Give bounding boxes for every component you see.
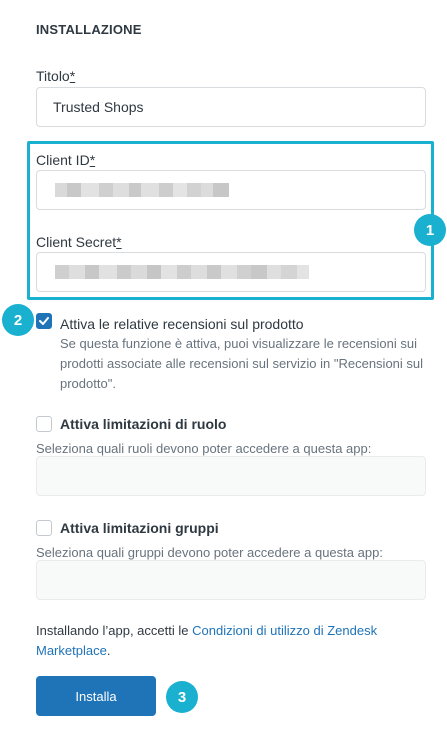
redacted-value [55,265,309,279]
terms-suffix: . [106,643,111,658]
group-restrictions-label[interactable]: Attiva limitazioni gruppi [60,520,219,536]
required-mark: * [116,234,122,250]
terms-text: Installando l’app, accetti le Condizioni… [36,621,426,661]
client-id-label-text: Client ID [36,152,90,168]
group-select-area[interactable] [36,560,426,600]
client-id-input[interactable] [36,170,426,210]
section-title: INSTALLAZIONE [36,22,142,37]
annotation-badge-1: 1 [414,214,446,246]
reviews-checkbox[interactable] [36,313,52,329]
title-label: Titolo* [36,68,75,84]
client-secret-label-text: Client Secret [36,234,117,250]
terms-prefix: Installando l’app, accetti le [36,623,193,638]
annotation-badge-2: 2 [2,304,34,336]
group-restrictions-hint: Seleziona quali gruppi devono poter acce… [36,545,383,560]
annotation-badge-3: 3 [166,681,198,713]
redacted-value [55,183,229,197]
title-input[interactable]: Trusted Shops [36,87,426,127]
group-restrictions-checkbox[interactable] [36,520,52,536]
client-id-label: Client ID* [36,152,95,168]
client-secret-input[interactable] [36,252,426,292]
role-restrictions-checkbox[interactable] [36,416,52,432]
install-button[interactable]: Installa [36,676,156,716]
reviews-hint: Se questa funzione è attiva, puoi visual… [60,336,424,391]
title-input-value: Trusted Shops [53,99,144,115]
reviews-label[interactable]: Attiva le relative recensioni sul prodot… [60,316,304,332]
title-label-text: Titolo [36,68,70,84]
role-select-area[interactable] [36,456,426,496]
required-mark: * [89,152,96,168]
required-mark: * [69,68,76,84]
role-restrictions-label[interactable]: Attiva limitazioni di ruolo [60,416,226,432]
client-secret-label: Client Secret* [36,234,122,250]
role-restrictions-hint: Seleziona quali ruoli devono poter acced… [36,441,372,456]
checkmark-icon [39,317,49,325]
